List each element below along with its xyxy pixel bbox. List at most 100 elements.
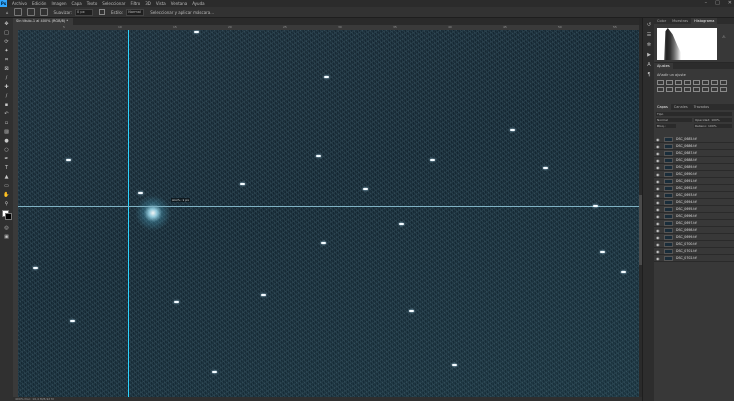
history-panel-icon[interactable]: ↺ bbox=[646, 22, 652, 28]
layer-row[interactable]: ◉ DSC_0692.tif bbox=[654, 185, 734, 192]
warning-icon[interactable]: ⚠ bbox=[722, 34, 726, 39]
fill-input[interactable]: Relleno: 100% bbox=[694, 124, 732, 128]
gradient-tool-icon[interactable]: ▨ bbox=[3, 129, 10, 135]
menu-texto[interactable]: Texto bbox=[87, 1, 98, 6]
antialias-checkbox[interactable] bbox=[99, 9, 106, 15]
properties-panel-icon[interactable]: ☰ bbox=[646, 32, 652, 38]
tab-layers[interactable]: Capas bbox=[654, 104, 671, 110]
brush-panel-icon[interactable]: ✼ bbox=[646, 42, 652, 48]
crop-tool-icon[interactable]: ⌗ bbox=[3, 57, 10, 63]
move-tool-icon[interactable]: ✥ bbox=[3, 21, 10, 27]
maximize-icon[interactable]: □ bbox=[715, 0, 720, 7]
hand-tool-icon[interactable]: ✋ bbox=[3, 192, 10, 198]
eye-icon[interactable]: ◉ bbox=[656, 144, 660, 149]
gradient-map-adjust-icon[interactable] bbox=[711, 87, 718, 92]
menu-vista[interactable]: Vista bbox=[156, 1, 166, 6]
layer-row[interactable]: ◉ DSC_0689.tif bbox=[654, 164, 734, 171]
type-tool-icon[interactable]: T bbox=[3, 165, 10, 171]
tab-histogram[interactable]: Histograma bbox=[691, 18, 718, 24]
exposure-adjust-icon[interactable] bbox=[684, 80, 691, 85]
menu-ayuda[interactable]: Ayuda bbox=[192, 1, 204, 6]
eye-icon[interactable]: ◉ bbox=[656, 200, 660, 205]
vertical-guide[interactable] bbox=[128, 30, 129, 397]
actions-panel-icon[interactable]: ▶ bbox=[646, 52, 652, 58]
brightness-adjust-icon[interactable] bbox=[657, 80, 664, 85]
feather-input[interactable]: 0 px bbox=[75, 8, 94, 16]
background-color-swatch[interactable] bbox=[5, 213, 12, 220]
dodge-tool-icon[interactable]: ○ bbox=[3, 147, 10, 153]
tab-color[interactable]: Color bbox=[654, 18, 669, 24]
eye-icon[interactable]: ◉ bbox=[656, 235, 660, 240]
blend-mode-select[interactable]: Normal bbox=[656, 118, 692, 122]
color-lookup-adjust-icon[interactable] bbox=[675, 87, 682, 92]
close-icon[interactable]: ✕ bbox=[728, 0, 732, 7]
blur-tool-icon[interactable]: ● bbox=[3, 138, 10, 144]
horizontal-guide[interactable] bbox=[18, 206, 639, 207]
layer-row[interactable]: ◉ DSC_0696.tif bbox=[654, 213, 734, 220]
layer-row[interactable]: ◉ DSC_0699.tif bbox=[654, 234, 734, 241]
tab-paths[interactable]: Trazados bbox=[691, 104, 712, 110]
layer-row[interactable]: ◉ DSC_0695.tif bbox=[654, 206, 734, 213]
healing-brush-icon[interactable]: ✚ bbox=[3, 84, 10, 90]
layer-row[interactable]: ◉ DSC_0700.tif bbox=[654, 241, 734, 248]
document-canvas[interactable]: Anch.: 1 px bbox=[18, 30, 639, 397]
character-panel-icon[interactable]: ¶ bbox=[646, 72, 652, 78]
layer-row[interactable]: ◉ DSC_0691.tif bbox=[654, 178, 734, 185]
levels-adjust-icon[interactable] bbox=[666, 80, 673, 85]
eye-icon[interactable]: ◉ bbox=[656, 221, 660, 226]
opacity-input[interactable]: Opacidad: 100% bbox=[694, 118, 732, 122]
curves-adjust-icon[interactable] bbox=[675, 80, 682, 85]
menu-imagen[interactable]: Imagen bbox=[51, 1, 66, 6]
menu-seleccionar[interactable]: Seleccionar bbox=[102, 1, 125, 6]
shape-tool-icon[interactable]: ▭ bbox=[3, 183, 10, 189]
screen-mode-icon[interactable]: ▣ bbox=[3, 234, 10, 240]
paragraph-panel-icon[interactable]: A bbox=[646, 62, 652, 68]
eye-icon[interactable]: ◉ bbox=[656, 207, 660, 212]
eye-icon[interactable]: ◉ bbox=[656, 179, 660, 184]
invert-adjust-icon[interactable] bbox=[684, 87, 691, 92]
eye-icon[interactable]: ◉ bbox=[656, 193, 660, 198]
layer-row[interactable]: ◉ DSC_0702.tif bbox=[654, 255, 734, 262]
tab-channels[interactable]: Canales bbox=[671, 104, 691, 110]
new-selection-icon[interactable] bbox=[26, 8, 35, 16]
menu-ventana[interactable]: Ventana bbox=[171, 1, 187, 6]
document-tab[interactable]: Sin título-1 al 400% (RGB/8) * bbox=[13, 18, 73, 25]
history-brush-icon[interactable]: ↶ bbox=[3, 111, 10, 117]
eye-icon[interactable]: ◉ bbox=[656, 186, 660, 191]
threshold-adjust-icon[interactable] bbox=[702, 87, 709, 92]
marquee-tool-icon[interactable]: □ bbox=[3, 30, 10, 36]
channel-mixer-adjust-icon[interactable] bbox=[666, 87, 673, 92]
tab-swatches[interactable]: Muestras bbox=[669, 18, 691, 24]
marquee-tool-preset-icon[interactable] bbox=[13, 8, 22, 16]
layer-row[interactable]: ◉ DSC_0687.tif bbox=[654, 150, 734, 157]
layer-row[interactable]: ◉ DSC_0701.tif bbox=[654, 248, 734, 255]
menu-filtro[interactable]: Filtro bbox=[130, 1, 140, 6]
add-selection-icon[interactable] bbox=[39, 8, 48, 16]
eye-icon[interactable]: ◉ bbox=[656, 228, 660, 233]
layer-row[interactable]: ◉ DSC_0698.tif bbox=[654, 227, 734, 234]
posterize-adjust-icon[interactable] bbox=[693, 87, 700, 92]
vibrance-adjust-icon[interactable] bbox=[693, 80, 700, 85]
style-select[interactable]: Normal bbox=[126, 8, 145, 16]
eye-icon[interactable]: ◉ bbox=[656, 151, 660, 156]
color-balance-adjust-icon[interactable] bbox=[711, 80, 718, 85]
photo-filter-adjust-icon[interactable] bbox=[657, 87, 664, 92]
clone-stamp-icon[interactable]: ▪ bbox=[3, 102, 10, 108]
layer-row[interactable]: ◉ DSC_0693.tif bbox=[654, 192, 734, 199]
selective-color-adjust-icon[interactable] bbox=[720, 87, 727, 92]
eye-icon[interactable]: ◉ bbox=[656, 214, 660, 219]
minimize-icon[interactable]: – bbox=[705, 0, 708, 7]
layer-row[interactable]: ◉ DSC_0690.tif bbox=[654, 171, 734, 178]
eye-icon[interactable]: ◉ bbox=[656, 137, 660, 142]
pen-tool-icon[interactable]: ✒ bbox=[3, 156, 10, 162]
eye-icon[interactable]: ◉ bbox=[656, 249, 660, 254]
eye-icon[interactable]: ◉ bbox=[656, 256, 660, 261]
bw-adjust-icon[interactable] bbox=[720, 80, 727, 85]
eyedropper-tool-icon[interactable]: ∕ bbox=[3, 75, 10, 81]
menu-capa[interactable]: Capa bbox=[72, 1, 82, 6]
select-mask-button[interactable]: Seleccionar y aplicar máscara... bbox=[150, 10, 214, 15]
eye-icon[interactable]: ◉ bbox=[656, 242, 660, 247]
layer-row[interactable]: ◉ DSC_0694.tif bbox=[654, 199, 734, 206]
eye-icon[interactable]: ◉ bbox=[656, 158, 660, 163]
layer-row[interactable]: ◉ DSC_0685.tif bbox=[654, 136, 734, 143]
